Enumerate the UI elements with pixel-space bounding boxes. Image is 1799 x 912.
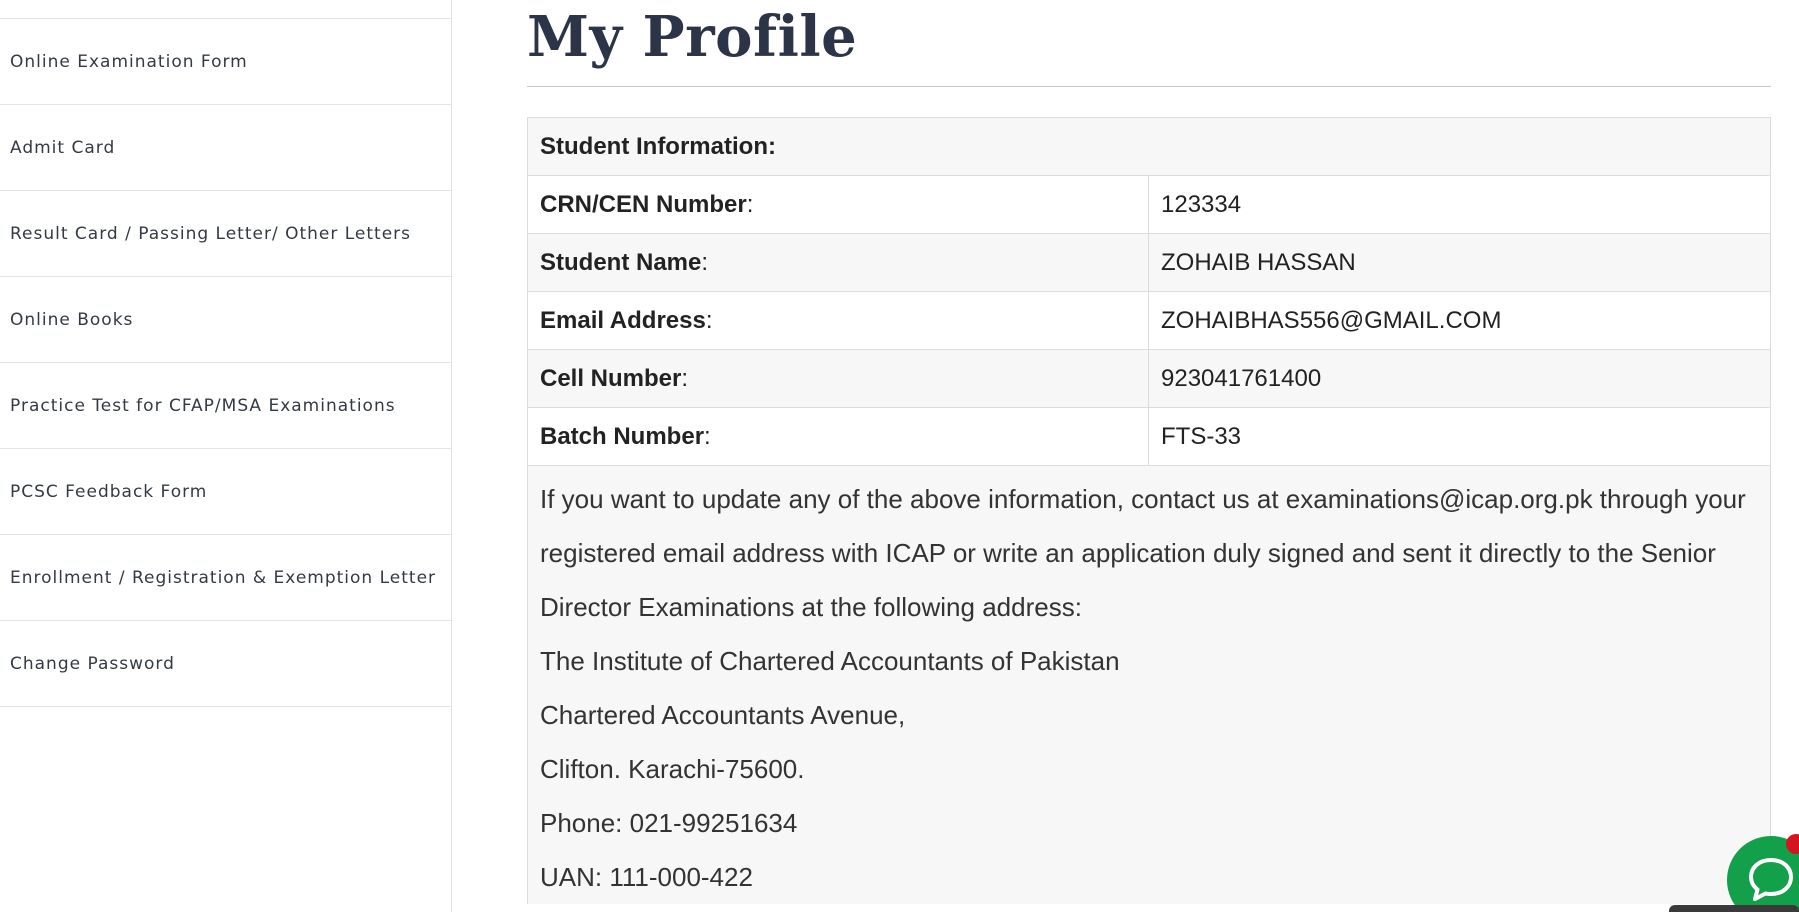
email-label: Email Address: <box>527 291 1149 350</box>
table-heading: Student Information: <box>527 117 1771 176</box>
sidebar-item-online-books[interactable]: Online Books <box>0 277 451 363</box>
sidebar-item-online-examination-form[interactable]: Online Examination Form <box>0 19 451 105</box>
title-divider <box>527 86 1771 87</box>
uan-number: UAN: 111-000-422 <box>540 862 753 892</box>
address-line-3: Clifton. Karachi-75600. <box>540 754 805 784</box>
crn-value: 123334 <box>1148 175 1771 234</box>
table-heading-row: Student Information: <box>527 117 1771 176</box>
table-row-batch-number: Batch Number: FTS-33 <box>527 407 1771 466</box>
sidebar-item-practice-test[interactable]: Practice Test for CFAP/MSA Examinations <box>0 363 451 449</box>
sidebar-item-change-password[interactable]: Change Password <box>0 621 451 707</box>
chat-bubble-icon <box>1749 858 1793 901</box>
address-line-1: The Institute of Chartered Accountants o… <box>540 646 1120 676</box>
student-name-label-text: Student Name <box>540 248 702 276</box>
sidebar-nav: Online Examination Form Admit Card Resul… <box>0 0 452 912</box>
chat-notification-badge <box>1786 834 1799 854</box>
table-row-student-name: Student Name: ZOHAIB HASSAN <box>527 233 1771 292</box>
address-line-2: Chartered Accountants Avenue, <box>540 700 906 730</box>
cell-number-value: 923041761400 <box>1148 349 1771 408</box>
email-label-text: Email Address <box>540 306 706 334</box>
batch-number-value: FTS-33 <box>1148 407 1771 466</box>
label-colon: : <box>701 248 709 276</box>
page-title: My Profile <box>527 4 858 70</box>
sidebar-item-result-card[interactable]: Result Card / Passing Letter/ Other Lett… <box>0 191 451 277</box>
table-row-email: Email Address: ZOHAIBHAS556@GMAIL.COM <box>527 291 1771 350</box>
label-colon: : <box>681 364 689 392</box>
label-colon: : <box>746 190 754 218</box>
table-row-crn: CRN/CEN Number: 123334 <box>527 175 1771 234</box>
sidebar-item-admit-card[interactable]: Admit Card <box>0 105 451 191</box>
main-content: My Profile Student Information: CRN/CEN … <box>527 0 1771 912</box>
email-value: ZOHAIBHAS556@GMAIL.COM <box>1148 291 1771 350</box>
crn-label: CRN/CEN Number: <box>527 175 1149 234</box>
page: Online Examination Form Admit Card Resul… <box>0 0 1799 912</box>
cell-number-label-text: Cell Number <box>540 364 682 392</box>
student-name-label: Student Name: <box>527 233 1149 292</box>
update-info-notes: If you want to update any of the above i… <box>527 465 1771 904</box>
table-heading-text: Student Information: <box>540 132 776 160</box>
student-name-value: ZOHAIB HASSAN <box>1148 233 1771 292</box>
sidebar-menu: Online Examination Form Admit Card Resul… <box>0 18 451 707</box>
table-row-cell-number: Cell Number: 923041761400 <box>527 349 1771 408</box>
batch-number-label: Batch Number: <box>527 407 1149 466</box>
label-colon: : <box>704 422 711 450</box>
label-colon: : <box>705 306 713 334</box>
update-info-text: If you want to update any of the above i… <box>540 484 1746 622</box>
sidebar-item-enrollment-registration[interactable]: Enrollment / Registration & Exemption Le… <box>0 535 451 621</box>
table-notes-row: If you want to update any of the above i… <box>527 465 1771 904</box>
batch-number-label-text: Batch Number <box>540 422 705 450</box>
student-info-table: Student Information: CRN/CEN Number: 123… <box>527 117 1771 904</box>
bottom-widget-tab[interactable] <box>1669 905 1799 912</box>
phone-number: Phone: 021-99251634 <box>540 808 798 838</box>
cell-number-label: Cell Number: <box>527 349 1149 408</box>
sidebar-item-pcsc-feedback-form[interactable]: PCSC Feedback Form <box>0 449 451 535</box>
crn-label-text: CRN/CEN Number <box>540 190 747 218</box>
